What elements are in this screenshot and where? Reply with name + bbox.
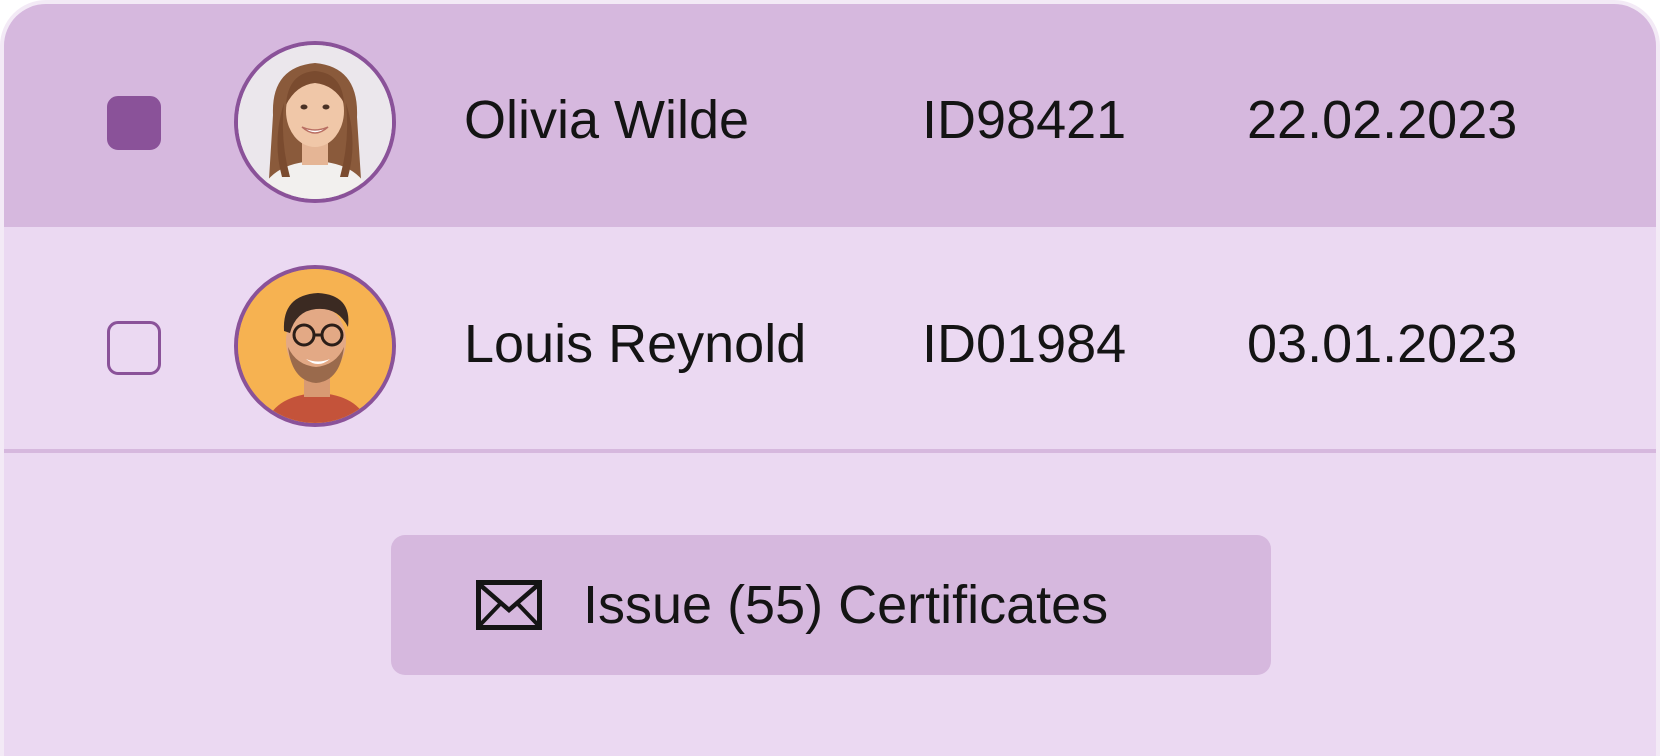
row-id: ID01984 <box>922 314 1127 374</box>
envelope-icon <box>476 580 542 630</box>
issue-certificates-button[interactable]: Issue (55) Certificates <box>391 535 1271 675</box>
row-checkbox-unchecked[interactable] <box>107 321 161 375</box>
portrait-woman-icon <box>238 45 392 199</box>
certificate-table-card: Olivia Wilde ID98421 22.02.2023 Louis Re… <box>0 0 1660 756</box>
table-row[interactable]: Olivia Wilde ID98421 22.02.2023 <box>4 4 1656 227</box>
portrait-man-icon <box>238 269 392 423</box>
row-date: 22.02.2023 <box>1247 90 1518 150</box>
table-row[interactable]: Louis Reynold ID01984 03.01.2023 <box>4 227 1656 449</box>
issue-certificates-label: Issue (55) Certificates <box>583 575 1109 635</box>
row-name: Olivia Wilde <box>464 90 750 150</box>
row-id: ID98421 <box>922 90 1127 150</box>
divider <box>4 449 1656 453</box>
avatar <box>234 265 396 427</box>
row-checkbox-checked[interactable] <box>107 96 161 150</box>
avatar <box>234 41 396 203</box>
row-date: 03.01.2023 <box>1247 314 1518 374</box>
row-name: Louis Reynold <box>464 314 807 374</box>
